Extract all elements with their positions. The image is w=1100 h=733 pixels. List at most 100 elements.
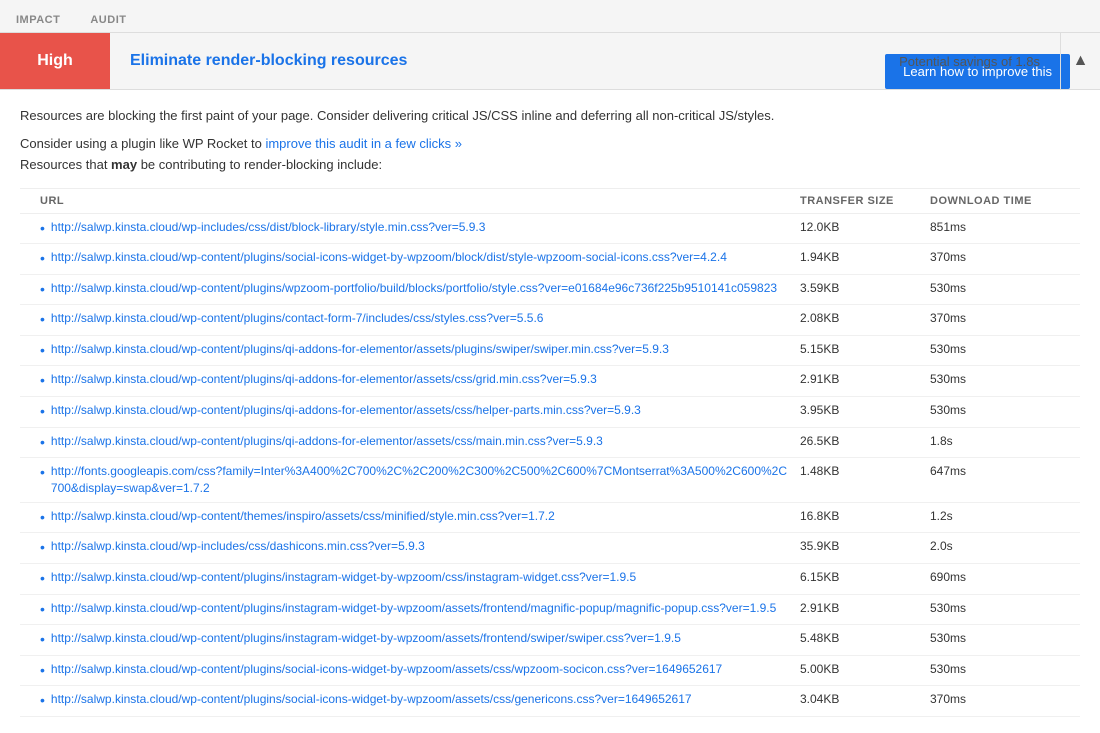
bullet-icon: •	[40, 630, 45, 650]
size-col: 26.5KB	[800, 433, 930, 448]
tab-impact[interactable]: IMPACT	[16, 8, 60, 32]
url-link[interactable]: http://fonts.googleapis.com/css?family=I…	[51, 463, 790, 497]
bullet-icon: •	[40, 661, 45, 681]
table-row: • http://salwp.kinsta.cloud/wp-content/p…	[20, 656, 1080, 687]
url-link[interactable]: http://salwp.kinsta.cloud/wp-content/plu…	[51, 341, 669, 358]
description-line1: Resources are blocking the first paint o…	[20, 106, 840, 126]
table-row: • http://salwp.kinsta.cloud/wp-content/p…	[20, 625, 1080, 656]
size-col: 2.91KB	[800, 600, 930, 615]
table-row: • http://salwp.kinsta.cloud/wp-content/p…	[20, 244, 1080, 275]
resources-after: be contributing to render-blocking inclu…	[137, 157, 382, 172]
table-row: • http://fonts.googleapis.com/css?family…	[20, 458, 1080, 503]
tab-audit[interactable]: AUDIT	[90, 8, 126, 32]
url-link[interactable]: http://salwp.kinsta.cloud/wp-content/plu…	[51, 433, 603, 450]
size-col: 12.0KB	[800, 219, 930, 234]
url-col: • http://salwp.kinsta.cloud/wp-content/p…	[40, 630, 800, 650]
header-title: Eliminate render-blocking resources	[110, 52, 879, 70]
table-row: • http://salwp.kinsta.cloud/wp-content/p…	[20, 275, 1080, 306]
table-row: • http://salwp.kinsta.cloud/wp-includes/…	[20, 214, 1080, 245]
savings-text: Potential savings of 1.8s	[879, 54, 1060, 69]
bullet-icon: •	[40, 433, 45, 453]
resources-bold: may	[111, 157, 137, 172]
time-col: 530ms	[930, 630, 1080, 645]
description-block: Learn how to improve this Resources are …	[20, 106, 1080, 136]
size-col: 5.48KB	[800, 630, 930, 645]
url-col: • http://salwp.kinsta.cloud/wp-content/p…	[40, 371, 800, 391]
url-col: • http://salwp.kinsta.cloud/wp-content/p…	[40, 341, 800, 361]
size-col: 35.9KB	[800, 538, 930, 553]
url-link[interactable]: http://salwp.kinsta.cloud/wp-content/plu…	[51, 569, 636, 586]
time-col: 370ms	[930, 249, 1080, 264]
bullet-icon: •	[40, 219, 45, 239]
size-col: 5.15KB	[800, 341, 930, 356]
size-col: 1.94KB	[800, 249, 930, 264]
url-link[interactable]: http://salwp.kinsta.cloud/wp-content/plu…	[51, 310, 544, 327]
resources-note: Resources that may be contributing to re…	[20, 157, 1080, 172]
url-link[interactable]: http://salwp.kinsta.cloud/wp-content/plu…	[51, 630, 681, 647]
url-link[interactable]: http://salwp.kinsta.cloud/wp-content/plu…	[51, 371, 597, 388]
size-col: 3.59KB	[800, 280, 930, 295]
url-link[interactable]: http://salwp.kinsta.cloud/wp-content/plu…	[51, 249, 727, 266]
resources-before: Resources that	[20, 157, 111, 172]
time-col: 1.2s	[930, 508, 1080, 523]
table-row: • http://salwp.kinsta.cloud/wp-content/p…	[20, 564, 1080, 595]
bullet-icon: •	[40, 310, 45, 330]
plugin-note: Consider using a plugin like WP Rocket t…	[20, 136, 1080, 151]
bullet-icon: •	[40, 538, 45, 558]
bullet-icon: •	[40, 691, 45, 711]
url-col: • http://salwp.kinsta.cloud/wp-content/p…	[40, 661, 800, 681]
bullet-icon: •	[40, 600, 45, 620]
size-col: 2.91KB	[800, 371, 930, 386]
url-link[interactable]: http://salwp.kinsta.cloud/wp-content/plu…	[51, 280, 777, 297]
size-col: 3.95KB	[800, 402, 930, 417]
url-col: • http://salwp.kinsta.cloud/wp-includes/…	[40, 538, 800, 558]
url-col: • http://salwp.kinsta.cloud/wp-content/t…	[40, 508, 800, 528]
table-section: URL TRANSFER SIZE DOWNLOAD TIME • http:/…	[20, 188, 1080, 718]
size-col: 16.8KB	[800, 508, 930, 523]
url-link[interactable]: http://salwp.kinsta.cloud/wp-content/plu…	[51, 691, 692, 708]
time-col: 647ms	[930, 463, 1080, 478]
collapse-button[interactable]: ▲	[1060, 33, 1100, 89]
url-link[interactable]: http://salwp.kinsta.cloud/wp-includes/cs…	[51, 219, 486, 236]
table-row: • http://salwp.kinsta.cloud/wp-content/p…	[20, 686, 1080, 717]
url-link[interactable]: http://salwp.kinsta.cloud/wp-content/plu…	[51, 600, 776, 617]
size-col: 5.00KB	[800, 661, 930, 676]
impact-badge: High	[0, 33, 110, 89]
col-url-header: URL	[40, 195, 800, 207]
bullet-icon: •	[40, 371, 45, 391]
time-col: 690ms	[930, 569, 1080, 584]
table-row: • http://salwp.kinsta.cloud/wp-content/p…	[20, 428, 1080, 459]
url-col: • http://salwp.kinsta.cloud/wp-content/p…	[40, 249, 800, 269]
url-link[interactable]: http://salwp.kinsta.cloud/wp-includes/cs…	[51, 538, 425, 555]
url-col: • http://salwp.kinsta.cloud/wp-content/p…	[40, 310, 800, 330]
bullet-icon: •	[40, 249, 45, 269]
size-col: 3.04KB	[800, 691, 930, 706]
url-col: • http://salwp.kinsta.cloud/wp-content/p…	[40, 569, 800, 589]
url-link[interactable]: http://salwp.kinsta.cloud/wp-content/the…	[51, 508, 555, 525]
time-col: 2.0s	[930, 538, 1080, 553]
table-row: • http://salwp.kinsta.cloud/wp-content/p…	[20, 336, 1080, 367]
url-link[interactable]: http://salwp.kinsta.cloud/wp-content/plu…	[51, 402, 641, 419]
url-col: • http://salwp.kinsta.cloud/wp-content/p…	[40, 600, 800, 620]
time-col: 530ms	[930, 280, 1080, 295]
table-row: • http://salwp.kinsta.cloud/wp-includes/…	[20, 533, 1080, 564]
time-col: 530ms	[930, 600, 1080, 615]
time-col: 530ms	[930, 402, 1080, 417]
bullet-icon: •	[40, 463, 45, 483]
content-area: Learn how to improve this Resources are …	[0, 90, 1100, 733]
table-row: • http://salwp.kinsta.cloud/wp-content/p…	[20, 366, 1080, 397]
table-row: • http://salwp.kinsta.cloud/wp-content/p…	[20, 305, 1080, 336]
table-row: • http://salwp.kinsta.cloud/wp-content/t…	[20, 503, 1080, 534]
size-col: 2.08KB	[800, 310, 930, 325]
table-body: • http://salwp.kinsta.cloud/wp-includes/…	[20, 214, 1080, 718]
url-col: • http://fonts.googleapis.com/css?family…	[40, 463, 800, 497]
url-link[interactable]: http://salwp.kinsta.cloud/wp-content/plu…	[51, 661, 722, 678]
time-col: 370ms	[930, 310, 1080, 325]
table-row: • http://salwp.kinsta.cloud/wp-content/p…	[20, 397, 1080, 428]
time-col: 530ms	[930, 661, 1080, 676]
url-col: • http://salwp.kinsta.cloud/wp-content/p…	[40, 280, 800, 300]
col-time-header: DOWNLOAD TIME	[930, 195, 1080, 207]
plugin-link[interactable]: improve this audit in a few clicks »	[265, 136, 462, 151]
size-col: 1.48KB	[800, 463, 930, 478]
plugin-prefix: Consider using a plugin like WP Rocket t…	[20, 136, 265, 151]
